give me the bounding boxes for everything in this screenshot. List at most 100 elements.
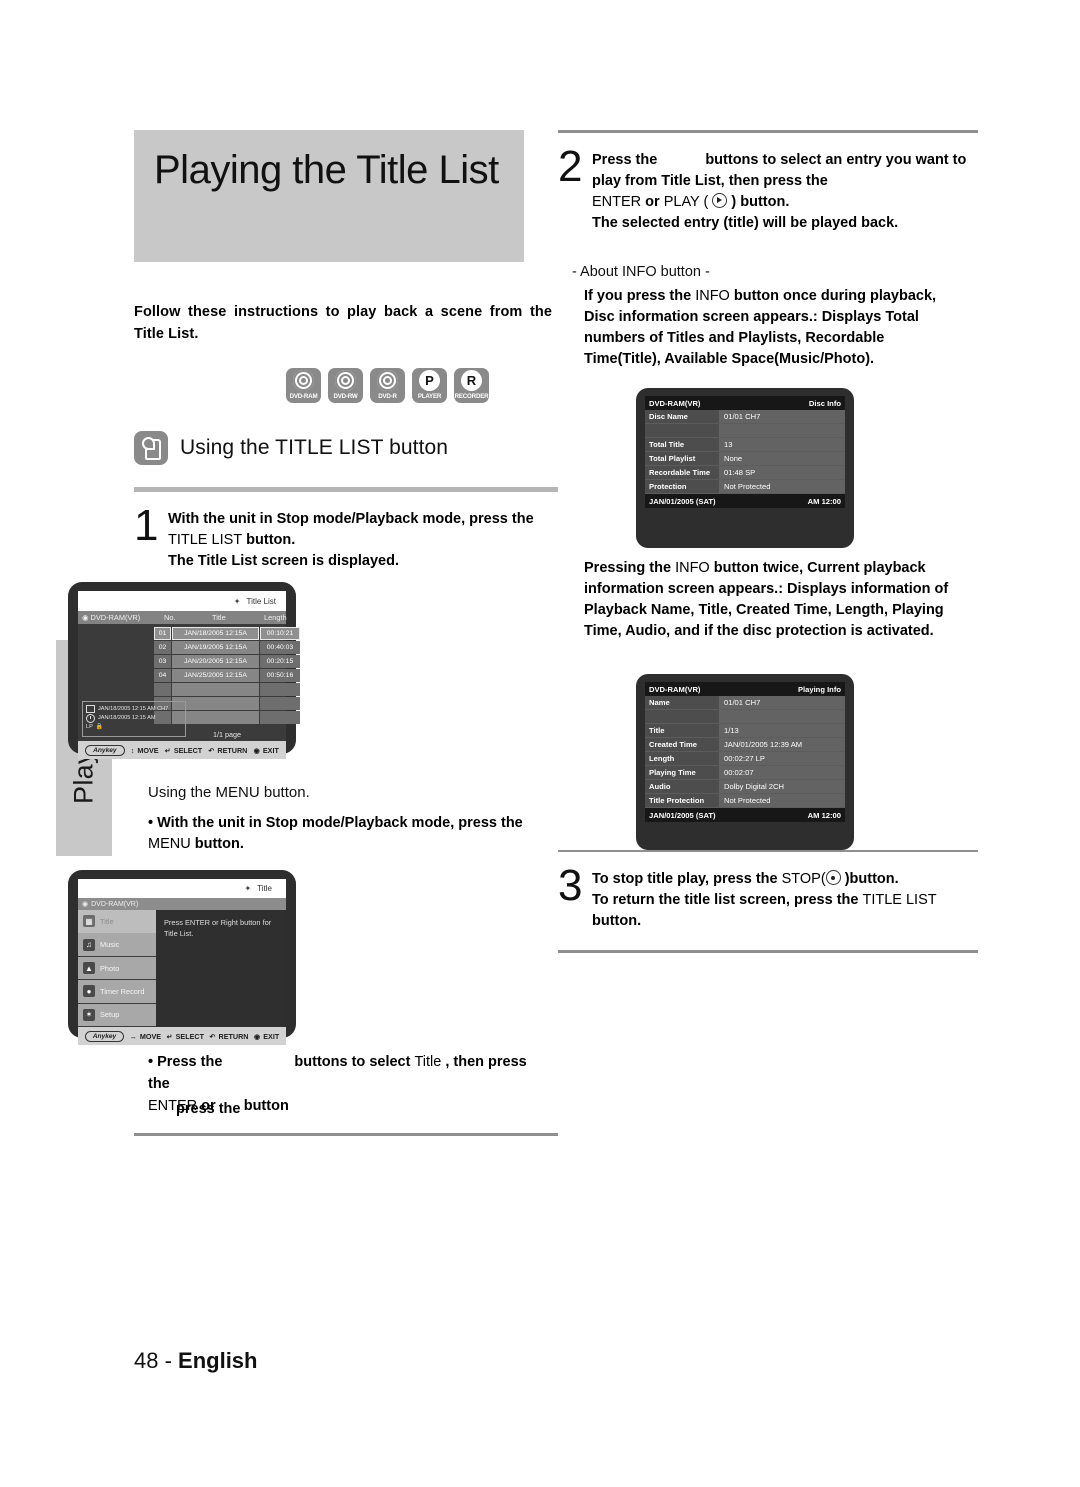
- table-row[interactable]: 01 JAN/18/2005 12:15A 00:10:21: [154, 627, 300, 640]
- row-value: [719, 710, 845, 723]
- dvd-rw-icon: DVD-RW: [328, 367, 363, 403]
- row-value: 01:48 SP: [719, 466, 845, 479]
- title-list-screen: ✦ Title List ◉ DVD-RAM(VR) No. Title Len…: [78, 591, 300, 759]
- playing-info-footer: JAN/01/2005 (SAT) AM 12:00: [645, 808, 845, 822]
- about-info-heading: - About INFO button -: [572, 263, 710, 280]
- row-key: Playing Time: [645, 766, 719, 779]
- about-info-paragraph-2: Pressing the INFO button twice, Current …: [558, 558, 958, 642]
- title-list-disc-label: ◉ DVD-RAM(VR): [82, 613, 141, 622]
- disc-icon: ◉: [82, 901, 89, 908]
- menu-screenshot: ✦ Title ◉ DVD-RAM(VR) ▦ Title ♫ Music ▲ …: [68, 870, 296, 1045]
- page-title: Playing the Title List: [154, 148, 499, 192]
- about-para1-a: If you press the: [584, 287, 696, 304]
- updown-arrow-icon: ↕: [130, 745, 135, 755]
- table-row[interactable]: 03 JAN/20/2005 12:15A 00:20:15: [154, 654, 300, 668]
- playing-info-header: DVD-RAM(VR) Playing Info: [645, 682, 845, 696]
- row-value: Not Protected: [719, 794, 845, 807]
- menu-bullet-2-key: Title: [414, 1054, 442, 1071]
- play-icon: [712, 192, 728, 208]
- row-length: 00:40:03: [260, 640, 300, 654]
- return-icon: ↶: [208, 745, 215, 755]
- playing-info-time: AM 12:00: [807, 810, 841, 820]
- leftright-arrow-icon: ↔: [129, 1031, 137, 1041]
- disc-info-screenshot: DVD-RAM(VR) Disc Info Disc Name 01/01 CH7…: [636, 388, 854, 548]
- menu-item-music[interactable]: ♫ Music: [78, 933, 156, 956]
- row-key: Total Playlist: [645, 452, 719, 465]
- playing-info-row-blank: [645, 710, 845, 724]
- info-line-2: JAN/18/2005 12:15 AM: [86, 713, 182, 723]
- row-length: 00:10:21: [260, 627, 300, 640]
- menu-item-photo[interactable]: ▲ Photo: [78, 956, 156, 980]
- step-2: 2 Press the buttons to select an entry y…: [558, 144, 978, 234]
- step-1-line1a: With the unit in Stop mode/Playback mode…: [168, 510, 534, 527]
- menu-item-list: ▦ Title ♫ Music ▲ Photo ● Timer Record ✶: [78, 910, 156, 1027]
- disc-info-row-blank: [645, 424, 845, 438]
- step-1-number: 1: [134, 500, 159, 550]
- about-para1-key: INFO: [695, 287, 730, 304]
- menu-bullet-1-b: button.: [190, 836, 244, 853]
- move-button[interactable]: ↔ MOVE: [130, 1032, 161, 1041]
- menu-item-setup[interactable]: ✶ Setup: [78, 1003, 156, 1027]
- exit-icon: ◉: [253, 745, 260, 755]
- menu-bullet-2-e: button: [243, 1097, 289, 1114]
- step-3-line1a: To stop title play, press the: [592, 871, 782, 888]
- player-glyph-icon: P: [419, 369, 440, 391]
- enter-icon: ↵: [164, 745, 171, 755]
- select-button[interactable]: ↵ SELECT: [167, 1032, 204, 1041]
- table-row[interactable]: 04 JAN/25/2005 12:15A 00:50:16: [154, 668, 300, 682]
- playing-info-head-right: Playing Info: [797, 684, 841, 694]
- intro-paragraph: Follow these instructions to play back a…: [134, 304, 552, 342]
- music-note-icon: ♫: [83, 938, 95, 951]
- row-value: 00:02:07: [719, 766, 845, 779]
- menu-bullet-1-key: MENU: [148, 836, 191, 853]
- menu-disc-label-bar: ◉ DVD-RAM(VR): [78, 898, 286, 910]
- step-2-or: or: [641, 193, 664, 210]
- row-value: 1/13: [719, 724, 845, 737]
- hand-press-icon: [134, 430, 168, 465]
- step-3-key-stop: STOP: [781, 871, 821, 888]
- dvd-r-icon: DVD-R: [370, 367, 405, 403]
- anykey-button[interactable]: Anykey: [84, 1030, 125, 1042]
- menu-item-label: Timer Record: [100, 986, 145, 996]
- info-line-1-text: JAN/18/2005 12:15 AM CH7: [98, 706, 169, 713]
- playing-info-row: Playing Time 00:02:07: [645, 766, 845, 780]
- step-3-line1b: )button.: [840, 871, 899, 888]
- menu-bullet-2-b: buttons to select: [294, 1054, 415, 1071]
- step-3-key-titlelist: TITLE LIST: [862, 892, 937, 909]
- playing-info-head-left: DVD-RAM(VR): [649, 684, 701, 694]
- step-3-line2b: button.: [592, 913, 642, 930]
- step-2-key-play: PLAY: [663, 193, 700, 210]
- anykey-button[interactable]: Anykey: [85, 744, 125, 756]
- row-key: [645, 710, 719, 723]
- row-key: Audio: [645, 780, 719, 793]
- step-2-top-divider: [558, 130, 978, 133]
- exit-button[interactable]: ◉ EXIT: [254, 746, 279, 755]
- step-2-line1c: ) button.: [727, 193, 790, 210]
- info-line-1: JAN/18/2005 12:15 AM CH7: [86, 705, 182, 714]
- menu-item-timer-record[interactable]: ● Timer Record: [78, 980, 156, 1003]
- info-line-3: LP 🔒: [86, 723, 182, 732]
- row-value: 00:02:27 LP: [719, 752, 845, 765]
- step-3: 3 To stop title play, press the STOP( )b…: [558, 864, 978, 932]
- menu-top-label: Title: [257, 884, 272, 893]
- return-icon: ↶: [209, 1031, 216, 1041]
- row-length: 00:20:15: [260, 654, 300, 668]
- row-key: Protection: [645, 480, 719, 493]
- return-button[interactable]: ↶ RETURN: [208, 746, 247, 755]
- menu-item-label: Music: [100, 940, 120, 950]
- menu-screen: ✦ Title ◉ DVD-RAM(VR) ▦ Title ♫ Music ▲ …: [78, 879, 286, 1045]
- menu-item-title[interactable]: ▦ Title: [78, 910, 156, 933]
- disc-info-footer: JAN/01/2005 (SAT) AM 12:00: [645, 494, 845, 508]
- disc-info-row: Recordable Time 01:48 SP: [645, 466, 845, 480]
- title-list-body: 01 JAN/18/2005 12:15A 00:10:21 02 JAN/19…: [78, 624, 300, 741]
- playing-info-row: Audio Dolby Digital 2CH: [645, 780, 845, 794]
- table-row[interactable]: 02 JAN/19/2005 12:15A 00:40:03: [154, 640, 300, 654]
- move-button[interactable]: ↕ MOVE: [131, 746, 159, 755]
- select-button[interactable]: ↵ SELECT: [165, 746, 202, 755]
- return-button[interactable]: ↶ RETURN: [209, 1032, 248, 1041]
- row-value: JAN/01/2005 12:39 AM: [719, 738, 845, 751]
- page-number: 48 -: [134, 1348, 179, 1373]
- player-letter: P: [425, 372, 434, 388]
- row-key: Length: [645, 752, 719, 765]
- exit-button[interactable]: ◉ EXIT: [254, 1032, 279, 1041]
